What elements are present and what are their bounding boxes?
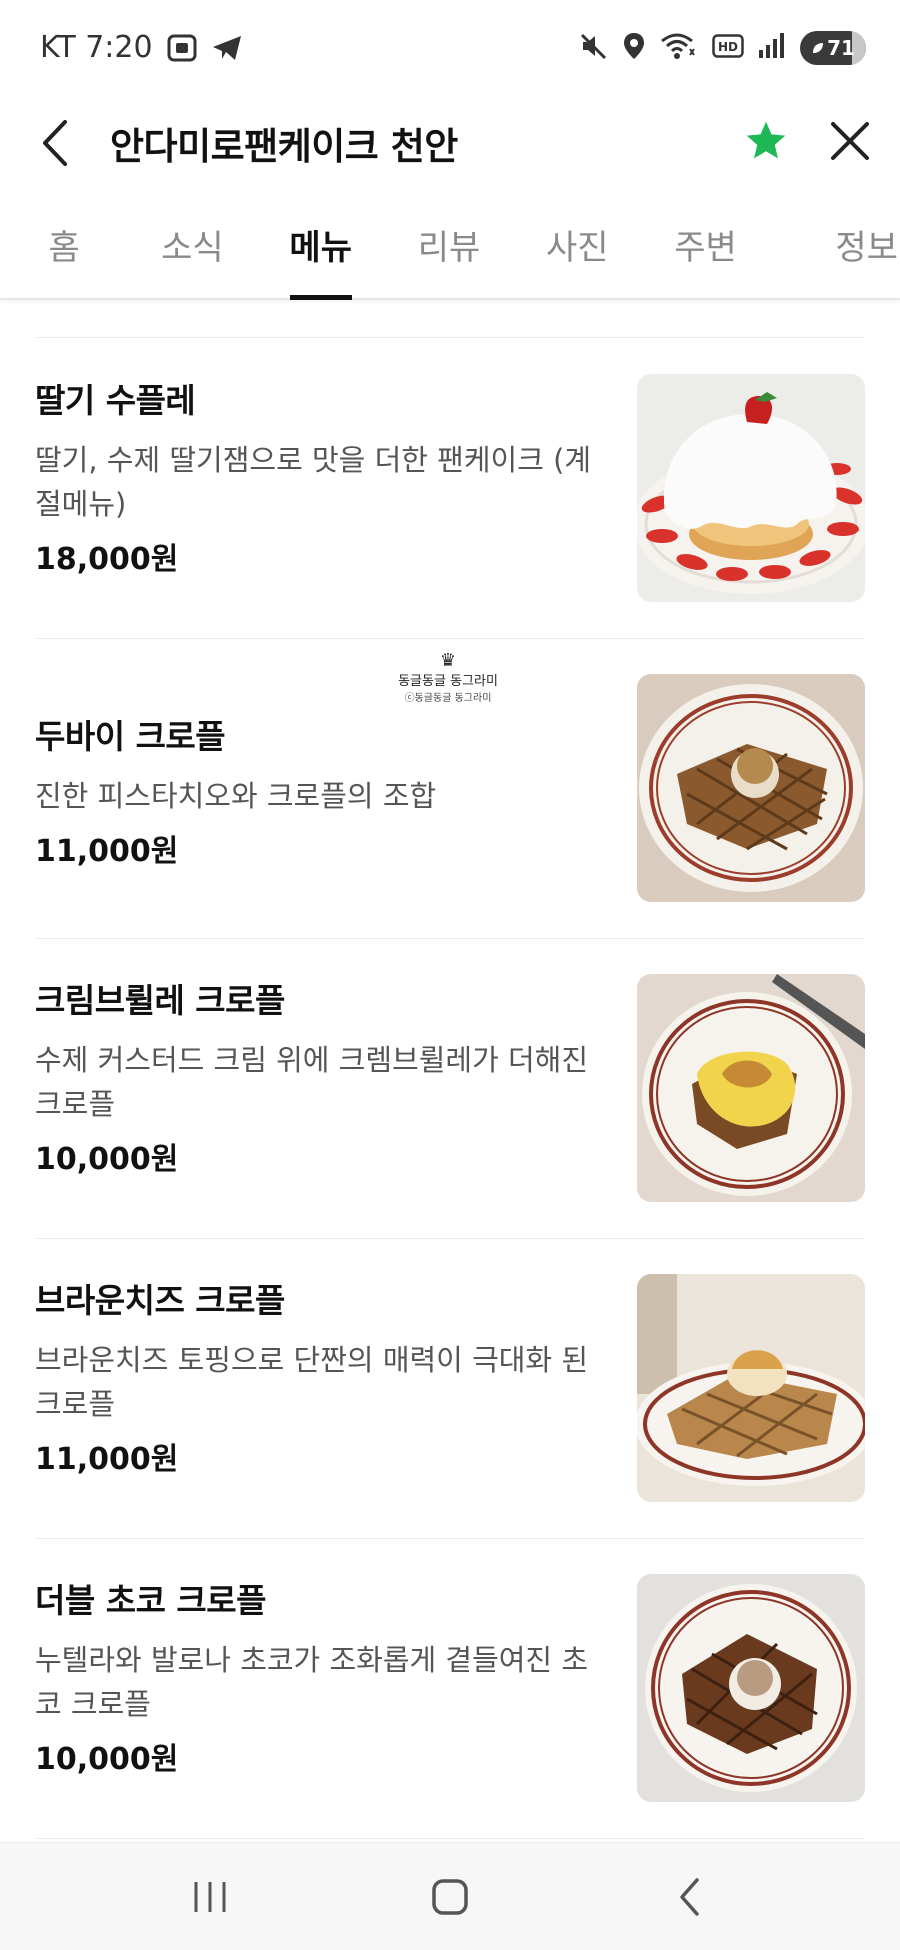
list-divider xyxy=(35,302,865,338)
recent-apps-icon xyxy=(194,1881,226,1912)
battery-level: 71 xyxy=(827,35,855,60)
tab-nearby[interactable]: 주변 xyxy=(641,190,769,298)
chevron-left-icon xyxy=(680,1877,699,1916)
telegram-icon xyxy=(211,34,243,62)
location-icon xyxy=(622,31,646,65)
menu-item-description: 수제 커스터드 크림 위에 크렘브륄레가 더해진 크로플 xyxy=(35,1043,589,1121)
menu-item-name: 딸기 수플레 xyxy=(35,381,196,420)
menu-item-name: 브라운치즈 크로플 xyxy=(35,1281,285,1320)
hd-icon: HD xyxy=(712,32,744,64)
svg-text:HD: HD xyxy=(718,40,738,54)
tab-photos[interactable]: 사진 xyxy=(513,190,641,298)
favorite-star-button[interactable] xyxy=(744,119,788,167)
home-icon xyxy=(432,1878,468,1915)
battery-indicator: 71 xyxy=(800,30,866,65)
signal-icon xyxy=(758,32,786,64)
menu-item-description: 진한 피스타치오와 크로플의 조합 xyxy=(35,779,437,813)
leaf-icon xyxy=(811,36,825,60)
screenshot-icon xyxy=(167,34,197,62)
tab-info[interactable]: 정보 xyxy=(770,190,900,298)
system-back-button[interactable] xyxy=(630,1857,750,1937)
menu-item[interactable]: 딸기 수플레 딸기, 수제 딸기잼으로 맛을 더한 팬케이크 (계절메뉴) 18… xyxy=(0,338,900,639)
menu-item-description: 누텔라와 발로나 초코가 조화롭게 곁들여진 초코 크로플 xyxy=(35,1643,589,1721)
tab-bar: 홈 소식 메뉴 리뷰 사진 주변 정보 xyxy=(0,190,900,300)
system-nav-bar xyxy=(0,1842,900,1950)
menu-item[interactable]: 더블 초코 크로플 누텔라와 발로나 초코가 조화롭게 곁들여진 초코 크로플 … xyxy=(0,1538,900,1839)
star-icon xyxy=(746,121,786,158)
title-bar: 안다미로팬케이크 천안 xyxy=(0,95,900,190)
menu-item-price: 11,000원 xyxy=(35,834,179,869)
menu-item-name: 크림브륄레 크로플 xyxy=(35,981,285,1020)
menu-item-price: 11,000원 xyxy=(35,1442,179,1477)
status-bar: KT 7:20 HD 71 xyxy=(0,0,900,95)
carrier-time: KT 7:20 xyxy=(40,30,153,65)
close-button[interactable] xyxy=(830,121,870,165)
menu-item-name: 두바이 크로플 xyxy=(35,717,226,756)
menu-item-description: 브라운치즈 토핑으로 단짠의 매력이 극대화 된 크로플 xyxy=(35,1343,589,1421)
menu-item-price: 10,000원 xyxy=(35,1742,179,1777)
watermark: ♛ 동글동글 동그라미 ⓒ동글동글 동그라미 xyxy=(393,650,503,705)
menu-item-price: 10,000원 xyxy=(35,1142,179,1177)
menu-item-name: 더블 초코 크로플 xyxy=(35,1581,267,1620)
chevron-left-icon xyxy=(43,119,67,166)
tab-news[interactable]: 소식 xyxy=(128,190,256,298)
menu-item-photo[interactable] xyxy=(637,1574,865,1802)
menu-item[interactable]: 크림브륄레 크로플 수제 커스터드 크림 위에 크렘브륄레가 더해진 크로플 1… xyxy=(0,938,900,1239)
home-button[interactable] xyxy=(390,1857,510,1937)
menu-item[interactable]: ♛ 동글동글 동그라미 ⓒ동글동글 동그라미 두바이 크로플 진한 피스타치오와… xyxy=(0,638,900,939)
menu-item-photo[interactable] xyxy=(637,674,865,902)
menu-item-price: 18,000원 xyxy=(35,542,179,577)
back-button[interactable] xyxy=(0,95,110,190)
mute-icon xyxy=(578,31,608,65)
menu-item[interactable]: 브라운치즈 크로플 브라운치즈 토핑으로 단짠의 매력이 극대화 된 크로플 1… xyxy=(0,1238,900,1539)
tab-home[interactable]: 홈 xyxy=(0,190,128,298)
menu-list[interactable]: 딸기 수플레 딸기, 수제 딸기잼으로 맛을 더한 팬케이크 (계절메뉴) 18… xyxy=(0,302,900,1842)
menu-item-photo[interactable] xyxy=(637,1274,865,1502)
recent-apps-button[interactable] xyxy=(150,1857,270,1937)
menu-item-description: 딸기, 수제 딸기잼으로 맛을 더한 팬케이크 (계절메뉴) xyxy=(35,443,592,521)
tab-menu[interactable]: 메뉴 xyxy=(257,190,385,298)
menu-item-photo[interactable] xyxy=(637,374,865,602)
wifi-icon xyxy=(660,31,698,65)
page-title: 안다미로팬케이크 천안 xyxy=(110,124,458,168)
crown-icon: ♛ xyxy=(439,650,457,671)
menu-item-photo[interactable] xyxy=(637,974,865,1202)
tab-reviews[interactable]: 리뷰 xyxy=(385,190,513,298)
close-icon xyxy=(831,121,869,160)
